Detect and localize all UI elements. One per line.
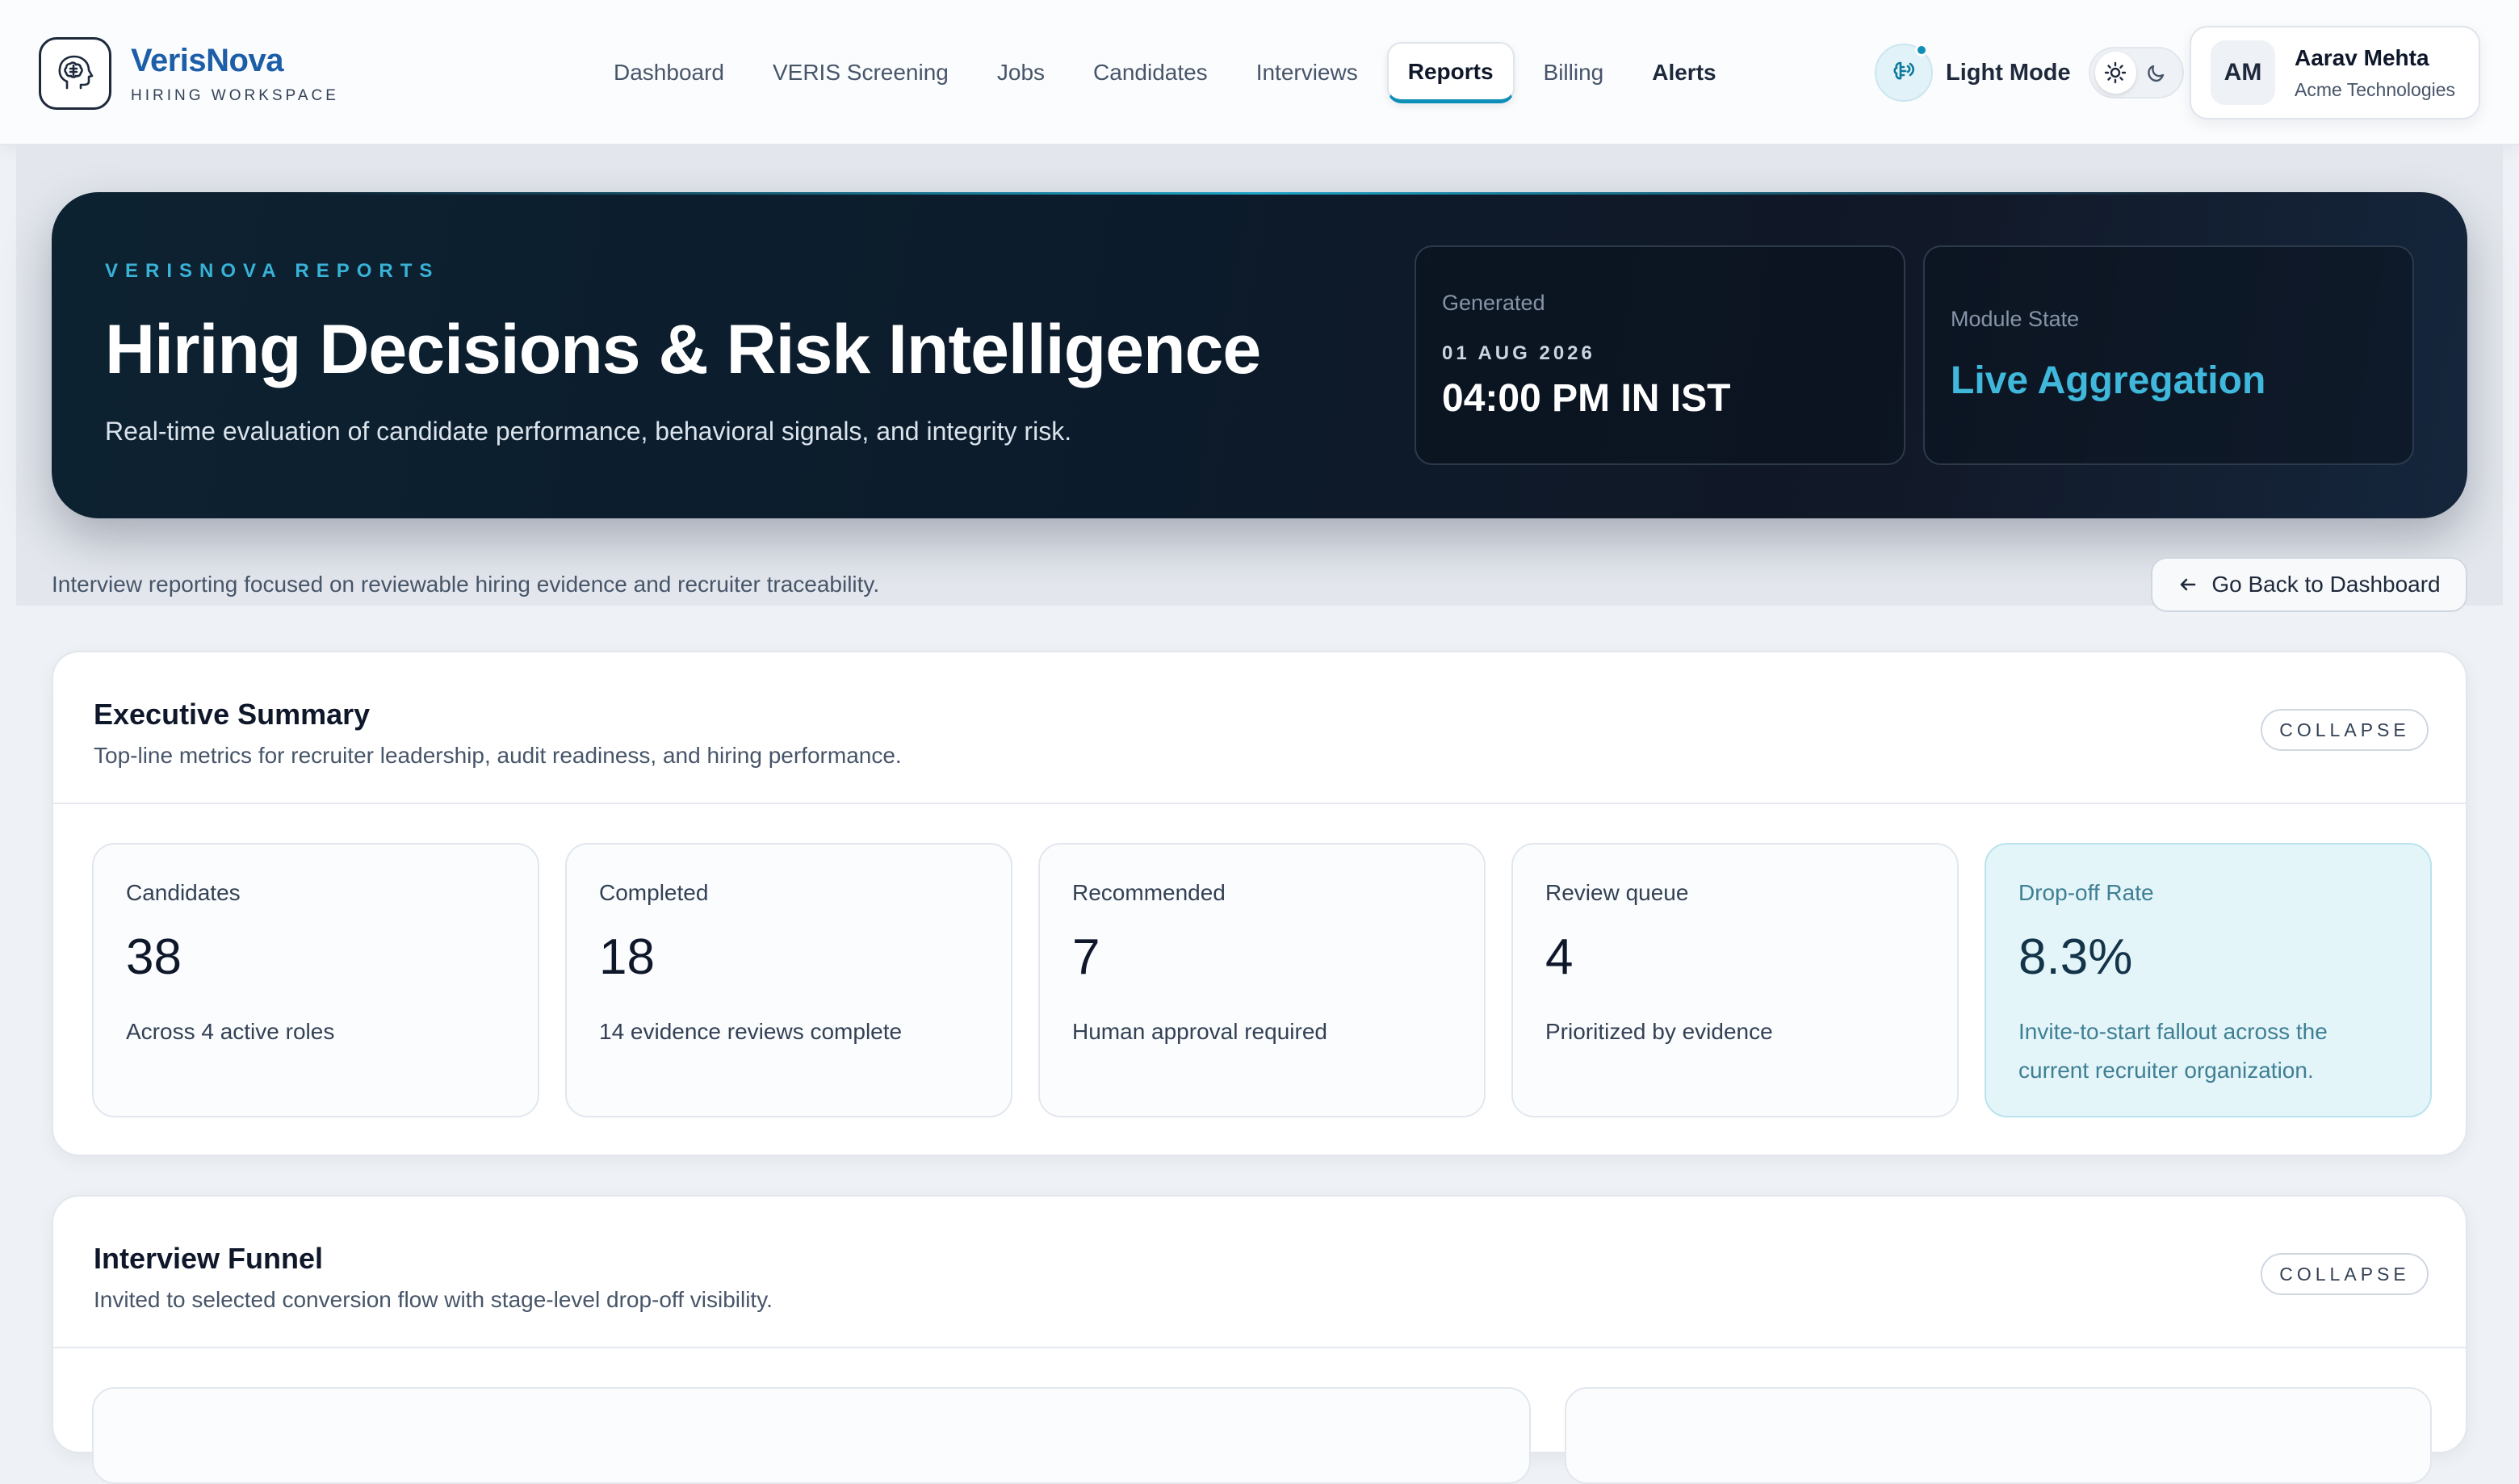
generated-label: Generated [1442,291,1545,315]
nav-billing[interactable]: Billing [1519,42,1628,103]
section-description: Top-line metrics for recruiter leadershi… [94,743,902,768]
sun-icon[interactable] [2094,52,2136,94]
brand-subtitle: HIRING WORKSPACE [131,86,339,104]
divider [53,803,2466,804]
moon-icon[interactable] [2136,52,2177,94]
main-nav: Dashboard VERIS Screening Jobs Candidate… [589,42,1741,103]
generated-card: Generated 01 AUG 2026 04:00 PM IN IST [1415,245,1905,465]
theme-switcher: Light Mode [1875,42,2184,103]
metric-note: Invite-to-start fallout across the curre… [2018,1019,2328,1083]
metric-card-review-queue[interactable]: Review queue 4 Prioritized by evidence [1511,843,1959,1117]
metric-value: 38 [126,929,182,985]
metric-note: 14 evidence reviews complete [599,1019,903,1044]
back-to-dashboard-button[interactable]: Go Back to Dashboard [2151,557,2467,612]
metric-label: Completed [599,880,709,905]
theme-toggle[interactable] [2088,47,2184,99]
nav-candidates[interactable]: Candidates [1069,42,1232,103]
theme-mode-label: Light Mode [1946,59,2071,86]
user-name: Aarav Mehta [2295,44,2429,70]
metric-value: 4 [1545,929,1574,985]
arrow-left-icon [2181,578,2196,591]
metric-label: Candidates [126,880,241,905]
metric-card-drop-off-rate[interactable]: Drop-off Rate 8.3% Invite-to-start fallo… [1985,843,2432,1117]
metric-cards: Candidates 38 Across 4 active roles Comp… [92,843,2432,1117]
generated-time: 04:00 PM IN IST [1442,377,1731,420]
module-state-value: Live Aggregation [1951,359,2266,402]
avatar: AM [2211,40,2275,105]
back-button-label: Go Back to Dashboard [2211,572,2441,597]
module-state-label: Module State [1951,307,2080,331]
section-description: Invited to selected conversion flow with… [94,1287,773,1312]
divider [53,1347,2466,1348]
metric-card-recommended[interactable]: Recommended 7 Human approval required [1038,843,1486,1117]
nav-interviews[interactable]: Interviews [1232,42,1382,103]
brain-head-icon [39,37,111,110]
executive-summary-panel: Executive Summary Top-line metrics for r… [52,651,2467,1156]
collapse-funnel-button[interactable]: COLLAPSE [2261,1253,2429,1295]
nav-reports[interactable]: Reports [1386,42,1515,103]
nav-dashboard[interactable]: Dashboard [589,42,748,103]
metric-label: Review queue [1545,880,1689,905]
user-menu[interactable]: AM Aarav Mehta Acme Technologies [2190,26,2480,119]
section-title: Interview Funnel [94,1242,324,1275]
user-organization: Acme Technologies [2295,78,2456,100]
metric-value: 7 [1072,929,1100,985]
metric-note: Human approval required [1072,1019,1327,1044]
hero-kicker: VERISNOVA REPORTS [105,260,440,282]
brand[interactable]: VerisNova HIRING WORKSPACE [39,37,339,110]
section-title: Executive Summary [94,698,371,731]
metric-value: 8.3% [2018,929,2133,985]
nav-alerts[interactable]: Alerts [1628,42,1740,103]
metric-value: 18 [599,929,655,985]
brand-name: VerisNova [131,42,283,78]
hero-accent-line [294,192,2225,195]
nav-veris-screening[interactable]: VERIS Screening [748,42,973,103]
funnel-side-card [1565,1387,2432,1484]
metric-note: Prioritized by evidence [1545,1019,1773,1044]
reports-subline: Interview reporting focused on reviewabl… [52,572,880,597]
interview-funnel-panel: Interview Funnel Invited to selected con… [52,1195,2467,1484]
module-state-card: Module State Live Aggregation [1923,245,2414,465]
funnel-chart-card [92,1387,1531,1484]
metric-label: Recommended [1072,880,1226,905]
collapse-summary-button[interactable]: COLLAPSE [2261,709,2429,751]
metric-card-completed[interactable]: Completed 18 14 evidence reviews complet… [565,843,1012,1117]
generated-date: 01 AUG 2026 [1442,342,1595,364]
status-dot [1915,44,1928,57]
page-title: Hiring Decisions & Risk Intelligence [105,311,1261,388]
metric-card-candidates[interactable]: Candidates 38 Across 4 active roles [92,843,539,1117]
top-navigation: VerisNova HIRING WORKSPACE Dashboard VER… [0,0,2519,145]
metric-label: Drop-off Rate [2018,880,2154,905]
brain-signal-icon[interactable] [1875,44,1933,102]
hero-description: Real-time evaluation of candidate perfor… [105,417,1072,446]
metric-note: Across 4 active roles [126,1019,335,1044]
nav-jobs[interactable]: Jobs [973,42,1069,103]
reports-hero: VERISNOVA REPORTS Hiring Decisions & Ris… [52,192,2467,518]
